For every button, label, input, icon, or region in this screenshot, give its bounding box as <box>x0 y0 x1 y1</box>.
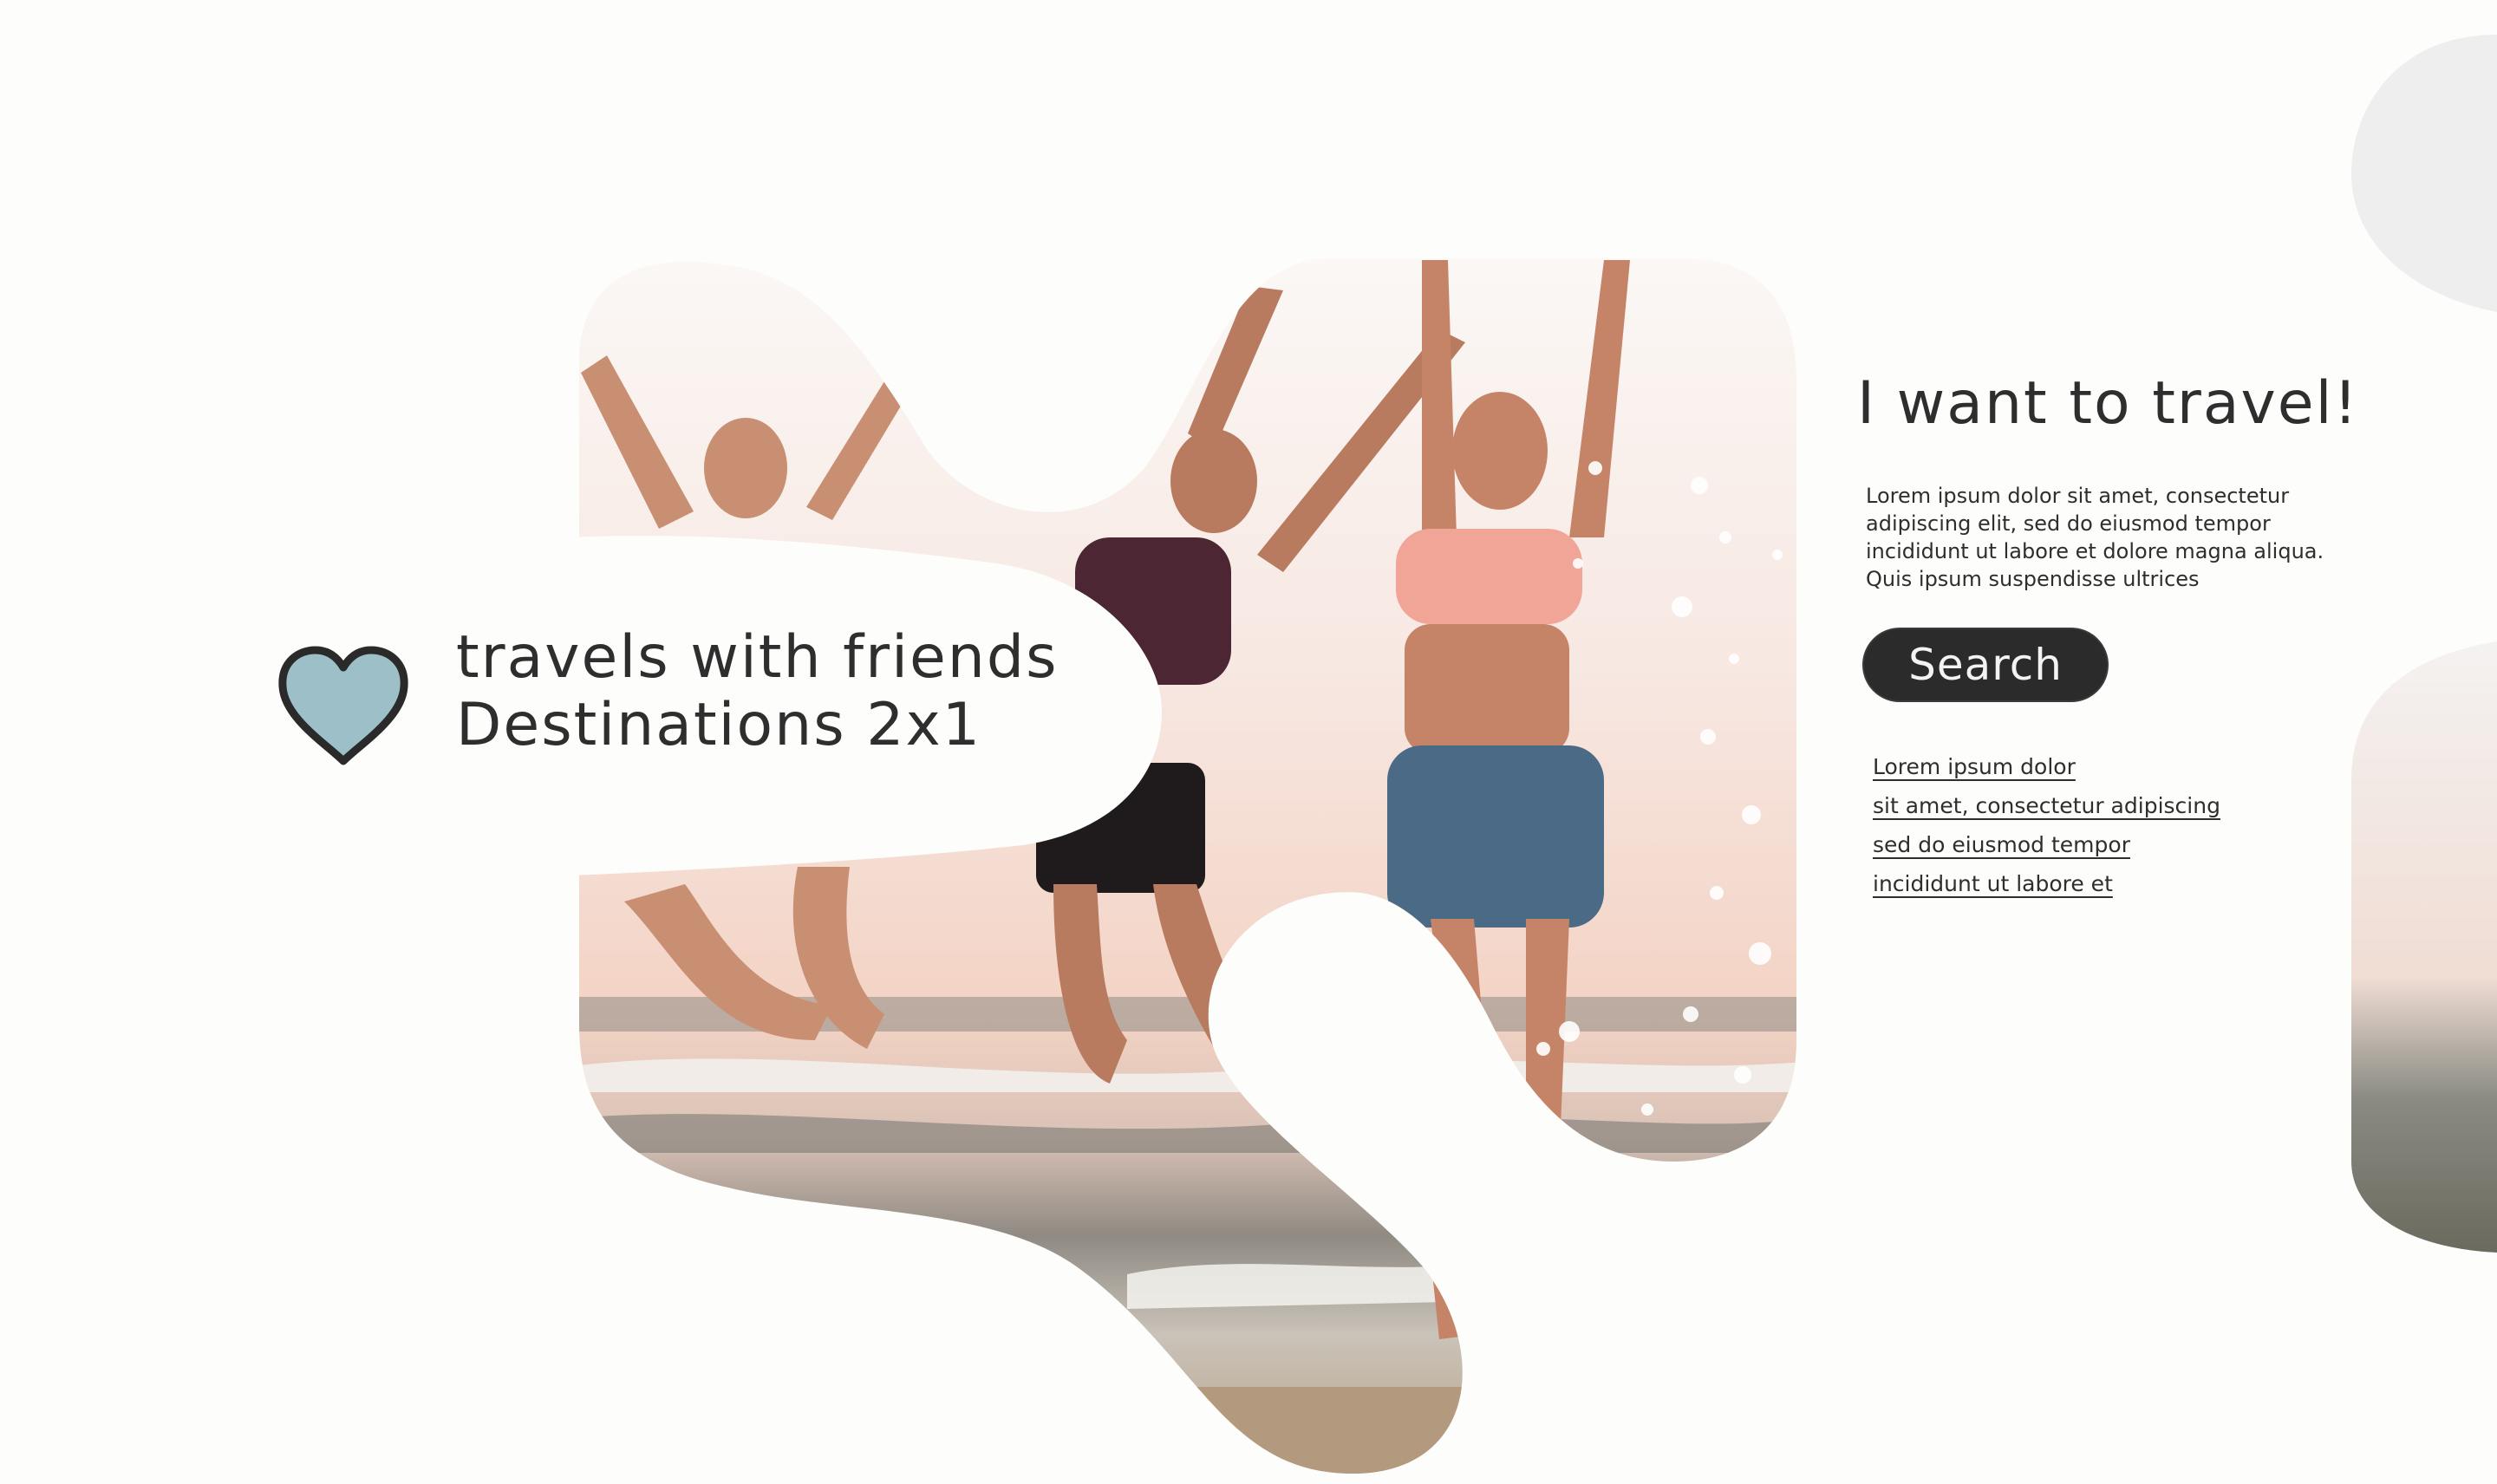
description-text: Lorem ipsum dolor sit amet, consectetur … <box>1866 484 2324 591</box>
search-button[interactable]: Search <box>1862 628 2109 702</box>
link-list: Lorem ipsum dolor sit amet, consectetur … <box>1873 747 2220 903</box>
page-title: I want to travel! <box>1857 369 2359 438</box>
heart-icon <box>278 646 408 765</box>
edge-blob-bottom <box>2351 641 2497 1253</box>
hero-line-1: travels with friends <box>456 623 1059 692</box>
link-item[interactable]: Lorem ipsum dolor <box>1873 747 2220 786</box>
hero-line-2: Destinations 2x1 <box>456 691 982 759</box>
link-item[interactable]: sit amet, consectetur adipiscing <box>1873 786 2220 825</box>
hero-headline: travels with friends Destinations 2x1 <box>456 624 1059 759</box>
link-item[interactable]: incididunt ut labore et <box>1873 864 2220 903</box>
edge-blob-top <box>2351 35 2497 312</box>
link-item[interactable]: sed do eiusmod tempor <box>1873 825 2220 864</box>
